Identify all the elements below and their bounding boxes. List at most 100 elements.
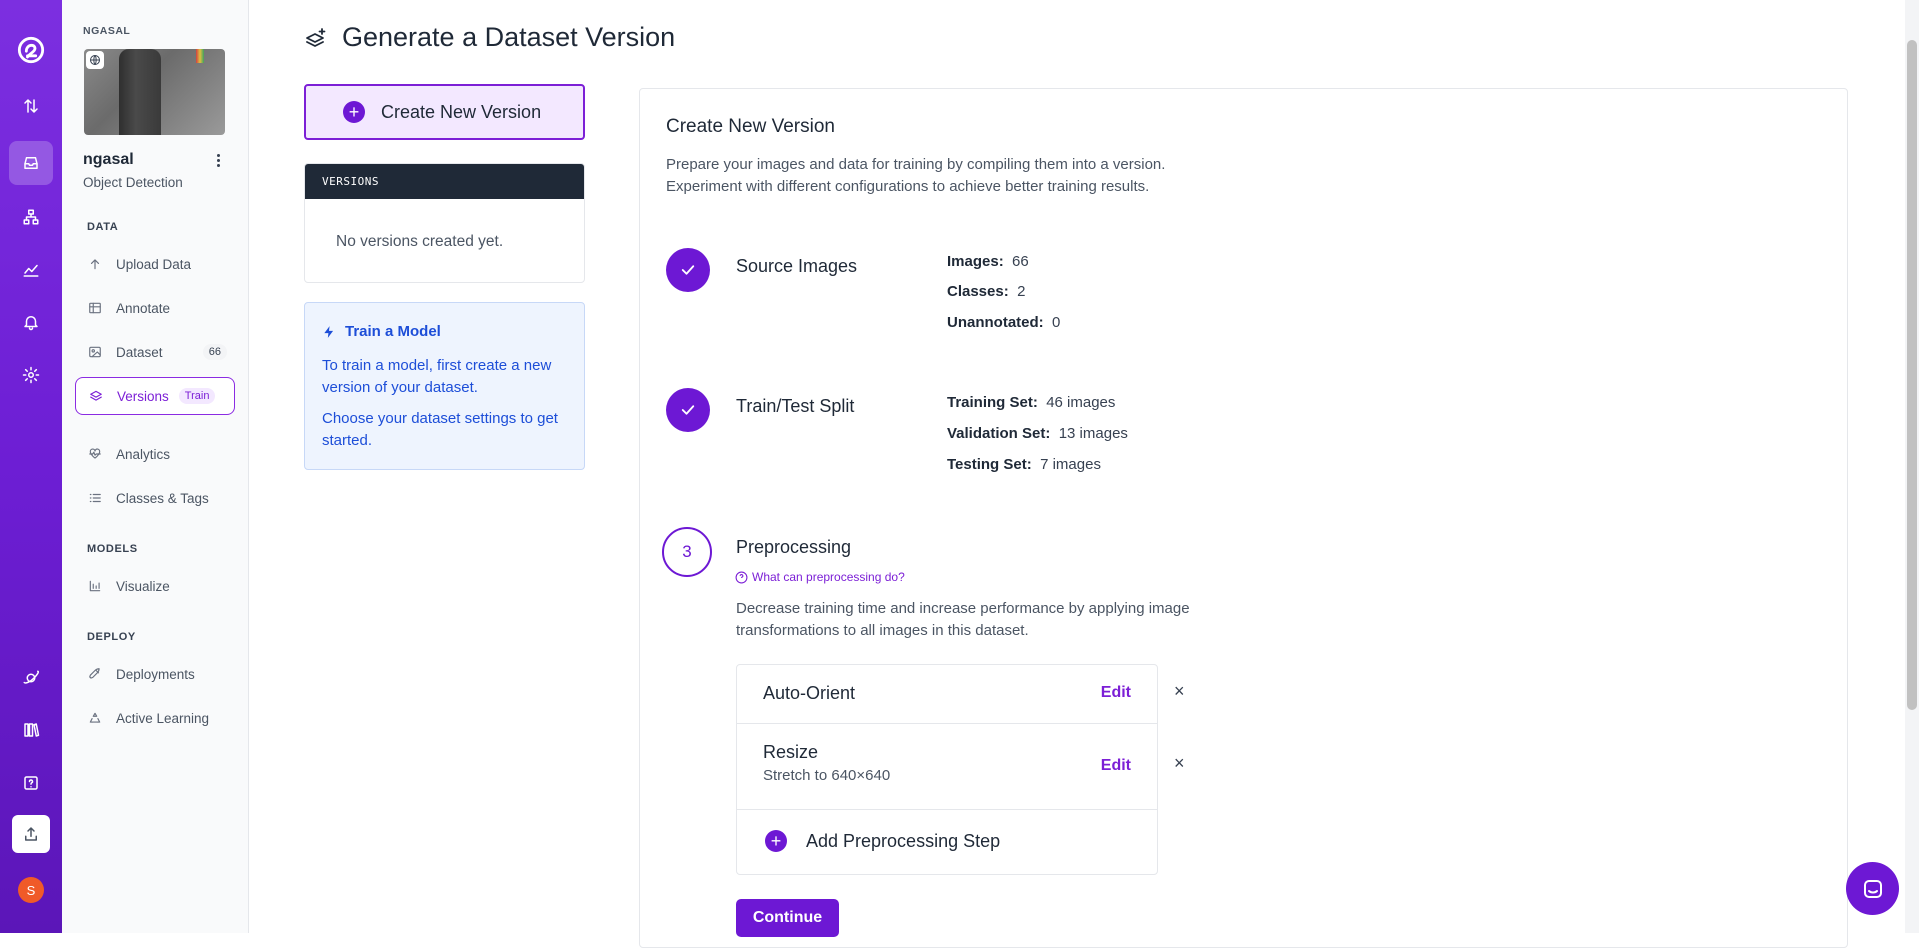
help-link-label: What can preprocessing do? xyxy=(752,570,905,584)
card-desc-1: Prepare your images and data for trainin… xyxy=(666,156,1166,173)
scrollbar-thumb[interactable] xyxy=(1907,40,1917,710)
testing-set-value: 7 images xyxy=(1040,456,1101,473)
images-label: Images: xyxy=(947,253,1004,270)
lightning-icon xyxy=(322,324,336,345)
upload-arrow-icon xyxy=(90,259,100,270)
continue-button[interactable]: Continue xyxy=(736,899,839,937)
sidebar-item-label: Dataset xyxy=(116,344,163,360)
gear-icon[interactable] xyxy=(9,353,53,397)
sidebar-item-label: Classes & Tags xyxy=(116,490,209,506)
upload-icon[interactable] xyxy=(12,815,50,853)
split-check-icon xyxy=(666,388,710,432)
remove-resize-close-icon[interactable]: × xyxy=(1174,753,1185,774)
sidebar-item-deployments[interactable]: Deployments xyxy=(75,655,235,693)
section-deploy: DEPLOY xyxy=(87,631,136,643)
training-set-stat: Training Set: 46 images xyxy=(947,394,1115,411)
sidebar-item-label: Annotate xyxy=(116,300,171,316)
training-set-value: 46 images xyxy=(1046,394,1116,411)
preprocessing-steps-list: Auto-Orient Edit Resize Stretch to 640×6… xyxy=(736,664,1158,875)
sidebar-item-classes[interactable]: Classes & Tags xyxy=(75,479,235,517)
sidebar-item-annotate[interactable]: Annotate xyxy=(75,289,235,327)
sidebar-item-upload[interactable]: Upload Data xyxy=(75,245,235,283)
planet-icon[interactable] xyxy=(9,656,53,700)
step-number: 3 xyxy=(682,542,692,561)
preprocessing-row: Resize Stretch to 640×640 Edit xyxy=(737,724,1157,810)
avatar[interactable]: S xyxy=(18,877,44,903)
roboflow-logo-icon[interactable] xyxy=(9,28,53,72)
sidebar-item-dataset[interactable]: Dataset 66 xyxy=(75,333,235,371)
preprocessing-help-link[interactable]: What can preprocessing do? xyxy=(735,570,905,584)
sort-arrows-icon[interactable] xyxy=(9,84,53,128)
classes-value: 2 xyxy=(1017,283,1026,300)
remove-auto-orient-close-icon[interactable]: × xyxy=(1174,681,1185,702)
continue-label: Continue xyxy=(752,909,823,926)
sidebar-item-label: Versions xyxy=(117,388,169,404)
train-test-split-title: Train/Test Split xyxy=(736,396,855,416)
unannotated-label: Unannotated: xyxy=(947,314,1044,331)
create-new-version-button[interactable]: + Create New Version xyxy=(304,84,585,140)
train-badge: Train xyxy=(178,388,216,404)
thumbnail-accent xyxy=(196,49,204,63)
add-preprocessing-step-button[interactable]: + Add Preprocessing Step xyxy=(765,830,1000,852)
source-images-title: Source Images xyxy=(736,256,858,276)
bar-chart-icon xyxy=(89,580,101,592)
versions-header-label: VERSIONS xyxy=(322,175,379,188)
inbox-icon[interactable] xyxy=(9,141,53,185)
help-icon[interactable] xyxy=(9,761,53,805)
train-model-info-box: Train a Model To train a model, first cr… xyxy=(304,302,585,470)
preprocessing-row: Auto-Orient Edit xyxy=(737,665,1157,724)
step-number-3: 3 xyxy=(662,527,712,577)
avatar-letter: S xyxy=(26,882,36,898)
preprocessing-desc: Decrease training time and increase perf… xyxy=(736,600,1190,639)
sidebar-item-label: Analytics xyxy=(116,446,171,462)
train-model-text-1: To train a model, first create a new ver… xyxy=(322,357,552,396)
unannotated-stat: Unannotated: 0 xyxy=(947,314,1060,331)
card-title: Create New Version xyxy=(666,116,835,137)
sidebar-item-label: Upload Data xyxy=(116,256,192,272)
section-data: DATA xyxy=(87,221,119,233)
train-model-title: Train a Model xyxy=(345,323,441,340)
sidebar-item-label: Active Learning xyxy=(116,710,210,726)
project-thumbnail[interactable] xyxy=(84,49,225,135)
plus-circle-icon: + xyxy=(765,830,787,852)
thumbnail-figure xyxy=(119,49,161,135)
books-icon[interactable] xyxy=(9,708,53,752)
source-check-icon xyxy=(666,248,710,292)
sidebar-item-versions[interactable]: Versions Train xyxy=(75,377,235,415)
add-step-label: Add Preprocessing Step xyxy=(806,830,1001,851)
create-version-card: Create New Version Prepare your images a… xyxy=(639,88,1848,948)
create-button-label: Create New Version xyxy=(381,101,542,122)
layers-icon xyxy=(90,390,102,401)
sidebar-item-visualize[interactable]: Visualize xyxy=(75,567,235,605)
main-content: Generate a Dataset Version + Create New … xyxy=(249,0,1919,948)
recycle-icon xyxy=(89,712,101,723)
validation-set-label: Validation Set: xyxy=(947,425,1051,442)
versions-empty-text: No versions created yet. xyxy=(336,233,504,250)
sidebar-item-analytics[interactable]: Analytics xyxy=(75,435,235,473)
list-icon xyxy=(89,493,101,503)
sidebar-item-active-learning[interactable]: Active Learning xyxy=(75,699,235,737)
more-options-icon[interactable] xyxy=(211,150,225,170)
auto-orient-label: Auto-Orient xyxy=(763,683,856,703)
project-type: Object Detection xyxy=(83,175,183,190)
versions-header: VERSIONS xyxy=(305,164,584,199)
sidebar-item-label: Deployments xyxy=(116,666,195,682)
auto-orient-edit-button[interactable]: Edit xyxy=(1101,684,1131,702)
unannotated-value: 0 xyxy=(1052,314,1061,331)
scrollbar-track[interactable] xyxy=(1905,0,1919,933)
chat-launcher-button[interactable] xyxy=(1846,862,1899,915)
icon-rail: S xyxy=(0,0,62,933)
sitemap-icon[interactable] xyxy=(9,195,53,239)
chart-icon[interactable] xyxy=(9,248,53,292)
classes-label: Classes: xyxy=(947,283,1009,300)
plus-circle-icon: + xyxy=(343,101,365,123)
testing-set-label: Testing Set: xyxy=(947,456,1032,473)
resize-edit-button[interactable]: Edit xyxy=(1101,757,1131,775)
image-icon xyxy=(89,346,101,358)
resize-label: Resize xyxy=(763,742,819,762)
project-name: ngasal xyxy=(83,151,134,168)
layers-icon xyxy=(304,27,328,51)
globe-icon[interactable] xyxy=(86,51,104,69)
chat-icon xyxy=(1863,879,1882,898)
bell-icon[interactable] xyxy=(9,300,53,344)
